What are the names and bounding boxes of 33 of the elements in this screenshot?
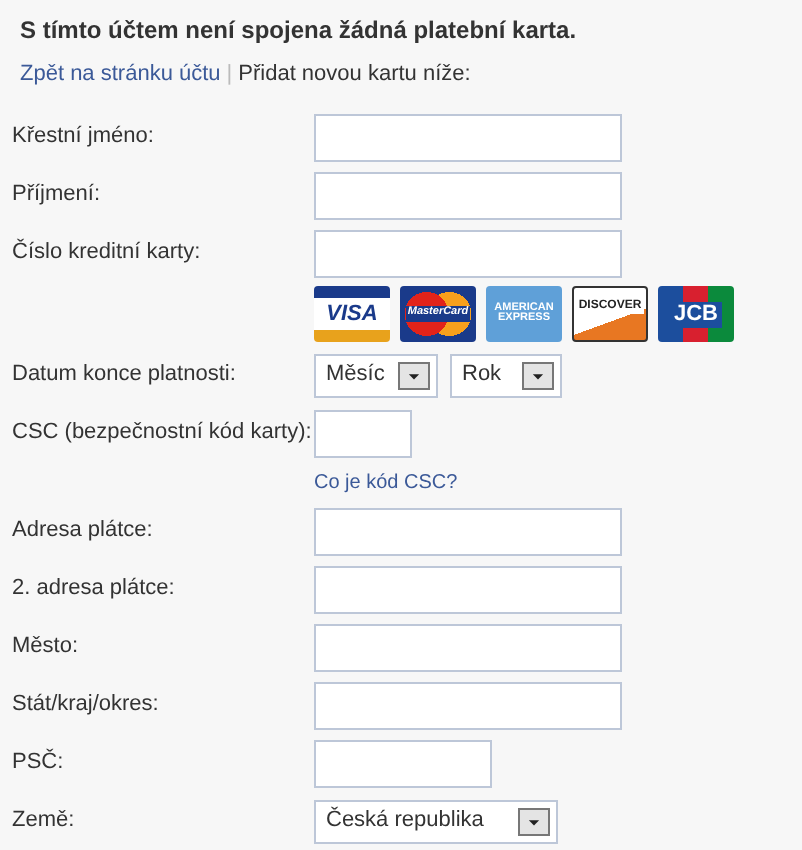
- instruction-text: Přidat novou kartu níže:: [238, 62, 471, 86]
- field-label: Adresa plátce:: [10, 516, 155, 547]
- field-label: Křestní jméno:: [10, 122, 156, 153]
- field-label: Číslo kreditní karty:: [10, 236, 203, 269]
- input-field[interactable]: [314, 171, 622, 219]
- input-field[interactable]: [314, 409, 412, 457]
- field-label: Stát/kraj/okres:: [10, 690, 161, 721]
- field-label: Datum konce platnosti:: [10, 360, 238, 391]
- dropdown-icon: [518, 807, 550, 835]
- dropdown-icon: [398, 361, 430, 389]
- month-select[interactable]: Měsíc: [314, 353, 438, 397]
- heading: S tímto účtem není spojena žádná platební karta.: [18, 14, 579, 48]
- card-logo: VISA: [314, 286, 390, 342]
- field-label: PSČ:: [10, 746, 66, 779]
- input-field[interactable]: [314, 681, 622, 729]
- card-logo: JCB: [658, 286, 734, 342]
- input-field[interactable]: [314, 623, 622, 671]
- field-label: CSC (bezpečnostní kód karty):: [10, 418, 314, 449]
- separator: |: [226, 62, 233, 86]
- input-field[interactable]: [314, 507, 622, 555]
- help-link[interactable]: Co je kód CSC?: [314, 467, 458, 497]
- input-field[interactable]: [314, 229, 622, 277]
- country-select[interactable]: Česká republika: [314, 799, 558, 843]
- year-select[interactable]: Rok: [450, 353, 562, 397]
- dropdown-icon: [522, 361, 554, 389]
- field-label: Město:: [10, 632, 81, 663]
- field-label: Země:: [10, 806, 77, 837]
- field-label: 2. adresa plátce:: [10, 574, 177, 605]
- field-label: Příjmení:: [10, 180, 103, 211]
- back-link[interactable]: Zpět na stránku účtu: [20, 62, 221, 86]
- input-field[interactable]: [314, 565, 622, 613]
- input-field[interactable]: [314, 113, 622, 161]
- input-field[interactable]: [314, 739, 492, 787]
